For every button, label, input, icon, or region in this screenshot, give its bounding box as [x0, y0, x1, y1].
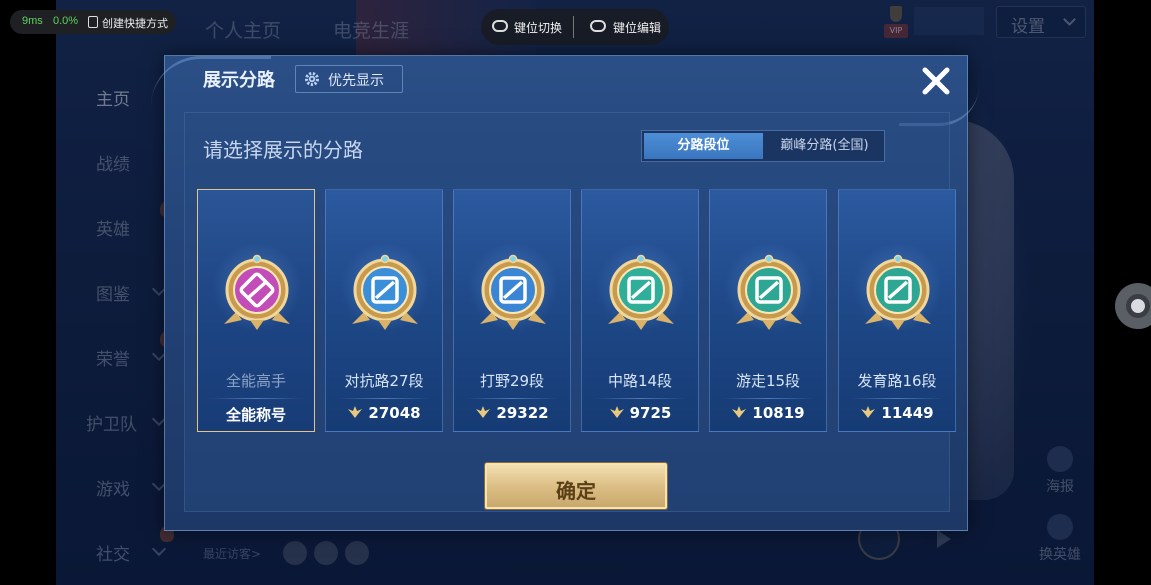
divider — [338, 398, 430, 399]
divider — [594, 398, 686, 399]
lane-emblem-icon — [736, 254, 802, 330]
card-mid-lane[interactable]: 中路14段 9725 — [581, 189, 699, 432]
divider — [851, 398, 943, 399]
lane-display-dialog: 展示分路 优先显示 请选择展示的分路 分路段位 巅峰分路(全国) 全能高手全能称… — [151, 55, 979, 531]
lane-points: 27048 — [326, 404, 442, 422]
lane-points-value: 9725 — [629, 404, 672, 422]
key-edit-button[interactable]: 键位编辑 — [613, 19, 661, 36]
close-icon[interactable] — [921, 66, 951, 96]
tab-lane-rank[interactable]: 分路段位 — [644, 133, 763, 159]
lane-name: 全能高手 — [225, 372, 286, 390]
latency-value: 9ms — [22, 15, 43, 27]
lane-emblem-icon — [352, 254, 418, 330]
lane-points-value: 11449 — [881, 404, 934, 422]
divider — [466, 398, 558, 399]
divider — [210, 398, 302, 399]
lane-points-value: 29322 — [496, 404, 549, 422]
confirm-button[interactable]: 确定 — [485, 463, 667, 509]
performance-chip: 9ms 0.0% 创建快捷方式 — [10, 10, 176, 34]
rank-points-icon — [861, 406, 876, 418]
lane-emblem-icon — [608, 254, 674, 330]
lane-name: 对抗路27段 — [344, 372, 424, 390]
priority-display-label: 优先显示 — [328, 73, 384, 89]
lane-emblem-icon — [224, 254, 290, 330]
divider — [722, 398, 814, 399]
divider — [573, 16, 574, 38]
lane-points: 11449 — [839, 404, 955, 422]
priority-display-button[interactable]: 优先显示 — [295, 65, 403, 93]
lane-points: 10819 — [710, 404, 826, 422]
lane-emblem-icon — [480, 254, 546, 330]
lane-emblem-icon — [865, 254, 931, 330]
dialog-title: 展示分路 — [203, 70, 275, 91]
key-switch-button[interactable]: 键位切换 — [514, 19, 562, 36]
lane-title-value: 全能称号 — [225, 406, 286, 424]
lane-name: 中路14段 — [607, 372, 673, 390]
gear-icon — [1126, 294, 1150, 318]
tab-peak-lane-national[interactable]: 巅峰分路(全国) — [765, 133, 884, 159]
rank-mode-toggle: 分路段位 巅峰分路(全国) — [641, 130, 885, 162]
gamepad-icon — [492, 20, 508, 32]
lane-name: 发育路16段 — [857, 372, 937, 390]
floating-assist-button[interactable] — [1115, 283, 1151, 329]
card-roam[interactable]: 游走15段 10819 — [709, 189, 827, 432]
lane-points-value: 10819 — [752, 404, 805, 422]
card-clash-lane[interactable]: 对抗路27段 27048 — [325, 189, 443, 432]
lane-points-value: 27048 — [368, 404, 421, 422]
lane-points: 29322 — [454, 404, 570, 422]
rank-points-icon — [348, 406, 363, 418]
lane-name: 游走15段 — [735, 372, 801, 390]
gamepad-icon — [590, 20, 606, 32]
cpu-value: 0.0% — [53, 15, 79, 27]
shortcut-icon[interactable] — [88, 16, 98, 28]
key-mapping-bar: 键位切换 键位编辑 — [481, 9, 669, 45]
selection-prompt: 请选择展示的分路 — [203, 138, 363, 162]
gear-icon — [305, 72, 319, 86]
confirm-label: 确定 — [556, 479, 596, 503]
card-jungle[interactable]: 打野29段 29322 — [453, 189, 571, 432]
card-all-round[interactable]: 全能高手 全能称号 — [197, 189, 315, 432]
lane-name: 打野29段 — [479, 372, 545, 390]
rank-points-icon — [476, 406, 491, 418]
create-shortcut-link[interactable]: 创建快捷方式 — [102, 15, 168, 31]
rank-points-icon — [609, 406, 624, 418]
card-farm-lane[interactable]: 发育路16段 11449 — [838, 189, 956, 432]
lane-points: 9725 — [582, 404, 698, 422]
rank-points-icon — [732, 406, 747, 418]
